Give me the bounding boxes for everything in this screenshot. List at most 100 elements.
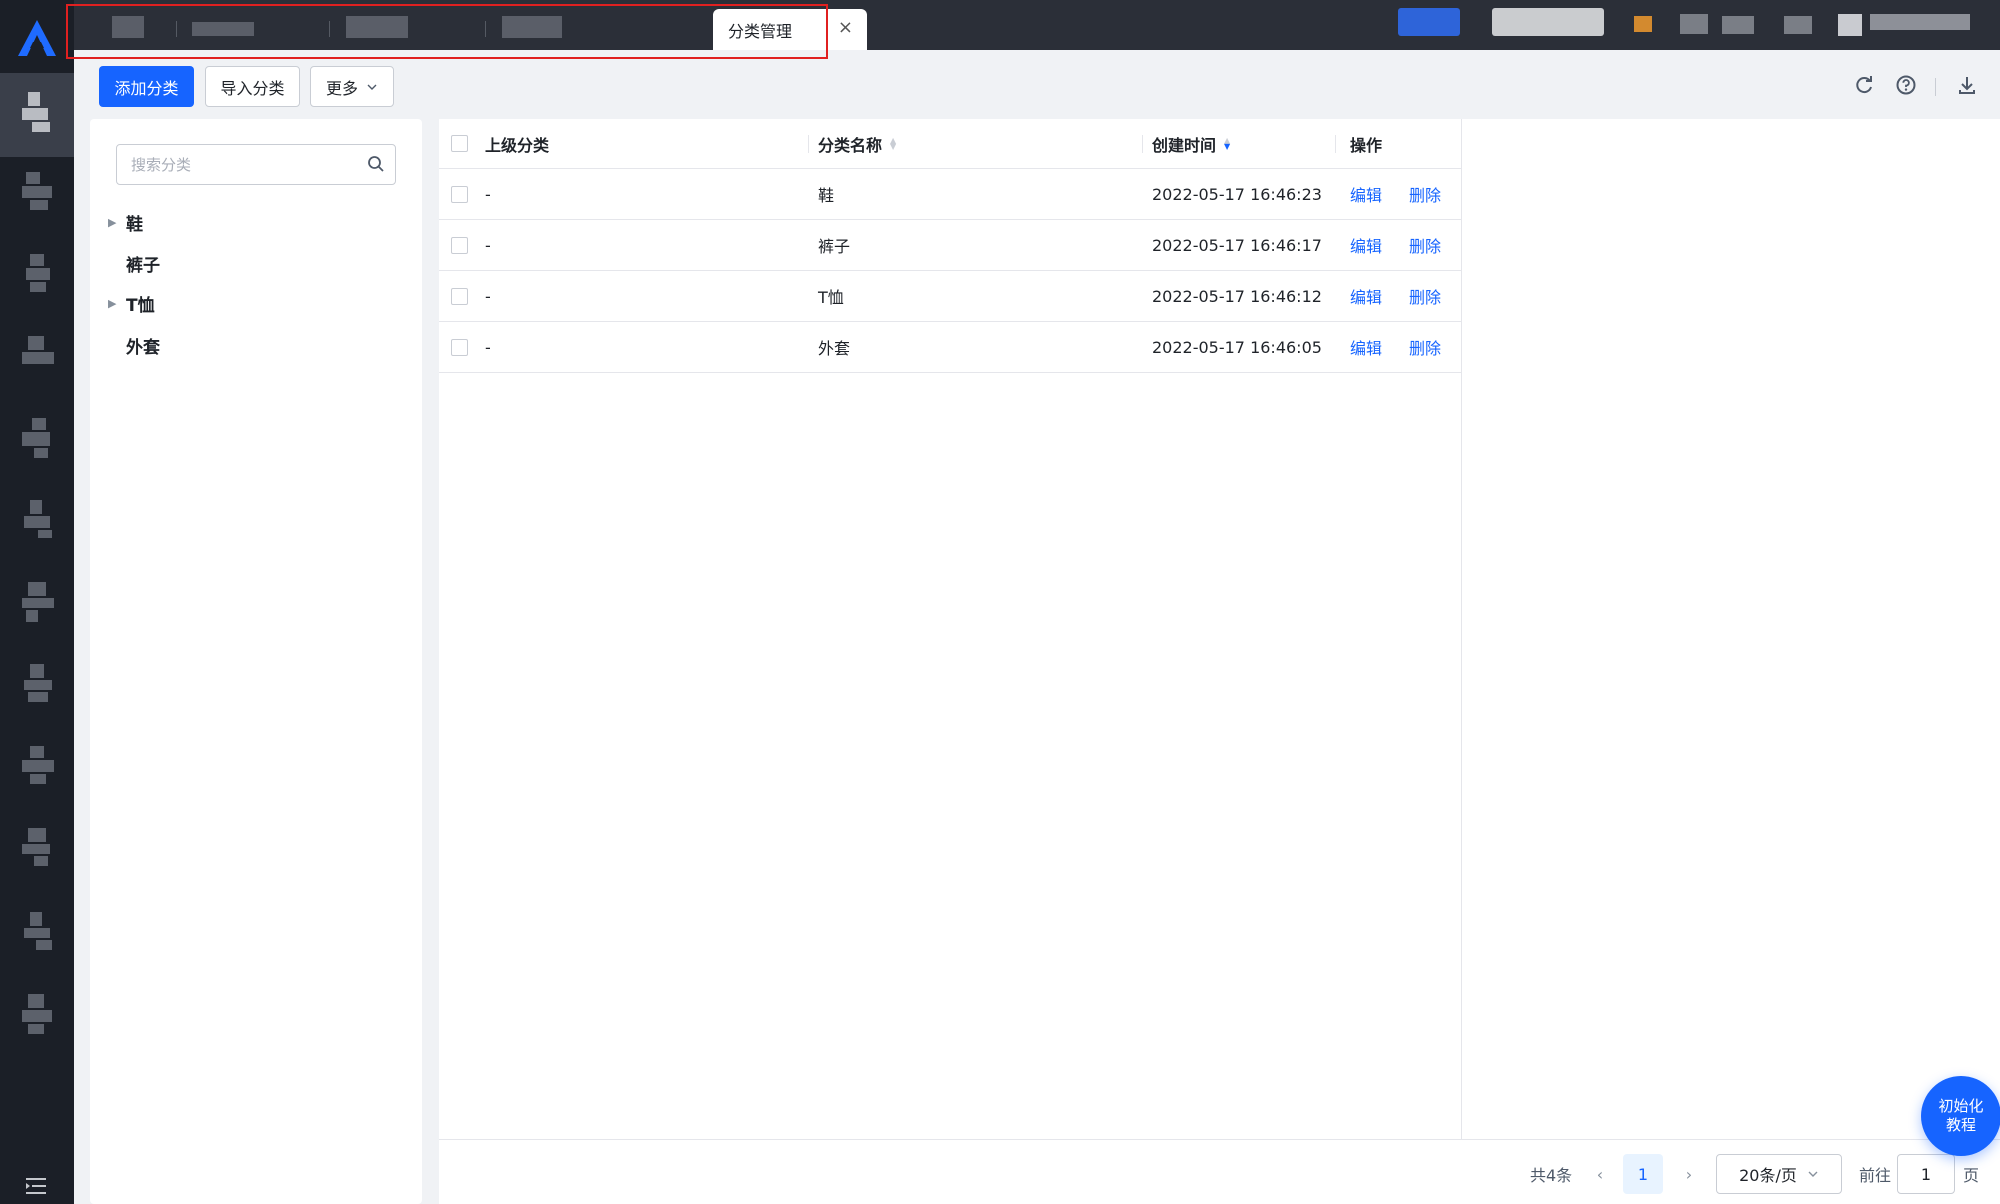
tree-item-label: T恤: [126, 295, 155, 316]
cell-name: 鞋: [818, 186, 835, 205]
header-category-name[interactable]: 分类名称 ▲ ▼: [818, 119, 896, 168]
delete-link[interactable]: 删除: [1409, 169, 1441, 219]
cell-parent: -: [485, 235, 491, 255]
cell-name: T恤: [818, 288, 844, 307]
close-icon[interactable]: ×: [838, 17, 853, 38]
cell-name: 外套: [818, 339, 851, 358]
sort-desc-icon[interactable]: ▲ ▼: [1224, 136, 1230, 150]
pagination-divider: [439, 1139, 2000, 1140]
tree-item-jacket[interactable]: 外套: [108, 331, 160, 359]
sidebar-item-11[interactable]: [22, 912, 56, 954]
page-size-select[interactable]: 20条/页: [1716, 1154, 1842, 1194]
sidebar-item-1[interactable]: [22, 92, 56, 134]
sidebar-item-6[interactable]: [22, 500, 56, 542]
refresh-icon[interactable]: [1852, 74, 1876, 98]
user-name[interactable]: [1870, 14, 1970, 30]
category-tree-panel: ▶ 鞋 裤子 ▶ T恤 外套: [90, 119, 422, 1204]
delete-link[interactable]: 删除: [1409, 322, 1441, 372]
table-row: - 鞋 2022-05-17 16:46:23 编辑 删除: [439, 169, 1461, 220]
row-checkbox[interactable]: [451, 236, 468, 254]
tree-item-tshirt[interactable]: ▶ T恤: [108, 289, 155, 317]
avatar[interactable]: [1838, 14, 1862, 36]
sidebar-item-4[interactable]: [22, 336, 56, 378]
tree-item-label: 裤子: [126, 255, 160, 276]
panel-divider: [1461, 119, 1462, 1139]
header-created-time[interactable]: 创建时间 ▲ ▼: [1152, 119, 1230, 168]
column-separator: [1335, 135, 1336, 153]
menu-collapse-icon[interactable]: [24, 1175, 48, 1197]
header-created-time-label: 创建时间: [1152, 135, 1217, 155]
download-icon[interactable]: [1955, 74, 1979, 98]
more-label: 更多: [325, 78, 358, 98]
sort-icon[interactable]: ▲ ▼: [890, 136, 896, 150]
prev-page-icon[interactable]: ‹: [1588, 1154, 1612, 1194]
tab-1[interactable]: [112, 16, 144, 38]
edit-link[interactable]: 编辑: [1350, 322, 1382, 372]
cell-parent: -: [485, 286, 491, 306]
delete-link[interactable]: 删除: [1409, 271, 1441, 321]
header-parent-category: 上级分类: [485, 135, 550, 155]
app-logo-icon[interactable]: [16, 18, 58, 58]
goto-page-input[interactable]: 1: [1897, 1154, 1955, 1194]
sidebar-item-10[interactable]: [22, 828, 56, 870]
sidebar-item-5[interactable]: [22, 418, 56, 460]
sidebar-item-2[interactable]: [22, 172, 56, 214]
category-table-panel: 上级分类 分类名称 ▲ ▼ 创建时间 ▲ ▼ 操作 - 鞋 2022-05-17 1…: [439, 119, 2000, 1204]
search-icon[interactable]: [367, 155, 385, 173]
row-checkbox[interactable]: [451, 338, 468, 356]
top-right-badge[interactable]: [1398, 8, 1460, 36]
tab-separator: [329, 21, 330, 37]
sidebar-item-9[interactable]: [22, 746, 56, 788]
select-all-checkbox[interactable]: [451, 135, 468, 152]
chevron-down-icon: [1808, 1171, 1818, 1177]
next-page-icon[interactable]: ›: [1677, 1154, 1701, 1194]
init-tutorial-button[interactable]: 初始化 教程: [1921, 1076, 2000, 1156]
cell-name: 裤子: [818, 237, 851, 256]
page-1-button[interactable]: 1: [1623, 1154, 1663, 1194]
edit-link[interactable]: 编辑: [1350, 271, 1382, 321]
sidebar-item-8[interactable]: [22, 664, 56, 706]
column-separator: [1142, 135, 1143, 153]
goto-suffix: 页: [1963, 1166, 1980, 1185]
category-search-input[interactable]: [131, 145, 361, 184]
top-right-icon-2[interactable]: [1680, 14, 1708, 34]
tutorial-line-2: 教程: [1945, 1116, 1976, 1134]
top-right-icon-3[interactable]: [1722, 16, 1754, 34]
help-icon[interactable]: [1894, 74, 1918, 98]
top-right-icon-4[interactable]: [1784, 16, 1812, 34]
column-separator: [808, 135, 809, 153]
row-checkbox[interactable]: [451, 185, 468, 203]
tree-item-label: 鞋: [126, 214, 143, 235]
import-category-button[interactable]: 导入分类: [205, 66, 300, 107]
tree-item-pants[interactable]: 裤子: [108, 249, 160, 277]
delete-link[interactable]: 删除: [1409, 220, 1441, 270]
top-right-item-1[interactable]: [1492, 8, 1604, 36]
chevron-down-icon: [367, 84, 377, 90]
row-checkbox[interactable]: [451, 287, 468, 305]
sidebar-item-3[interactable]: [22, 254, 56, 296]
tab-label: 分类管理: [728, 21, 793, 41]
tab-3[interactable]: [346, 16, 408, 38]
sidebar-item-12[interactable]: [22, 994, 56, 1036]
more-dropdown-button[interactable]: 更多: [310, 66, 394, 107]
caret-right-icon[interactable]: ▶: [108, 297, 126, 310]
tree-item-label: 外套: [126, 337, 160, 358]
goto-prefix: 前往: [1859, 1166, 1892, 1185]
top-bar: 分类管理 ×: [74, 0, 2000, 50]
sidebar-item-7[interactable]: [22, 582, 56, 624]
header-category-name-label: 分类名称: [818, 135, 883, 155]
tab-separator: [176, 21, 177, 37]
edit-link[interactable]: 编辑: [1350, 169, 1382, 219]
top-right-icon-1[interactable]: [1634, 16, 1652, 32]
header-actions: 操作: [1350, 135, 1383, 155]
tab-4[interactable]: [502, 16, 562, 38]
tab-category-management[interactable]: 分类管理 ×: [713, 9, 867, 50]
caret-right-icon[interactable]: ▶: [108, 216, 126, 229]
edit-link[interactable]: 编辑: [1350, 220, 1382, 270]
cell-created: 2022-05-17 16:46:17: [1152, 235, 1322, 255]
left-sidebar: [0, 0, 74, 1204]
cell-parent: -: [485, 184, 491, 204]
tree-item-shoes[interactable]: ▶ 鞋: [108, 208, 143, 236]
tab-2[interactable]: [192, 22, 254, 36]
add-category-button[interactable]: 添加分类: [99, 66, 194, 107]
